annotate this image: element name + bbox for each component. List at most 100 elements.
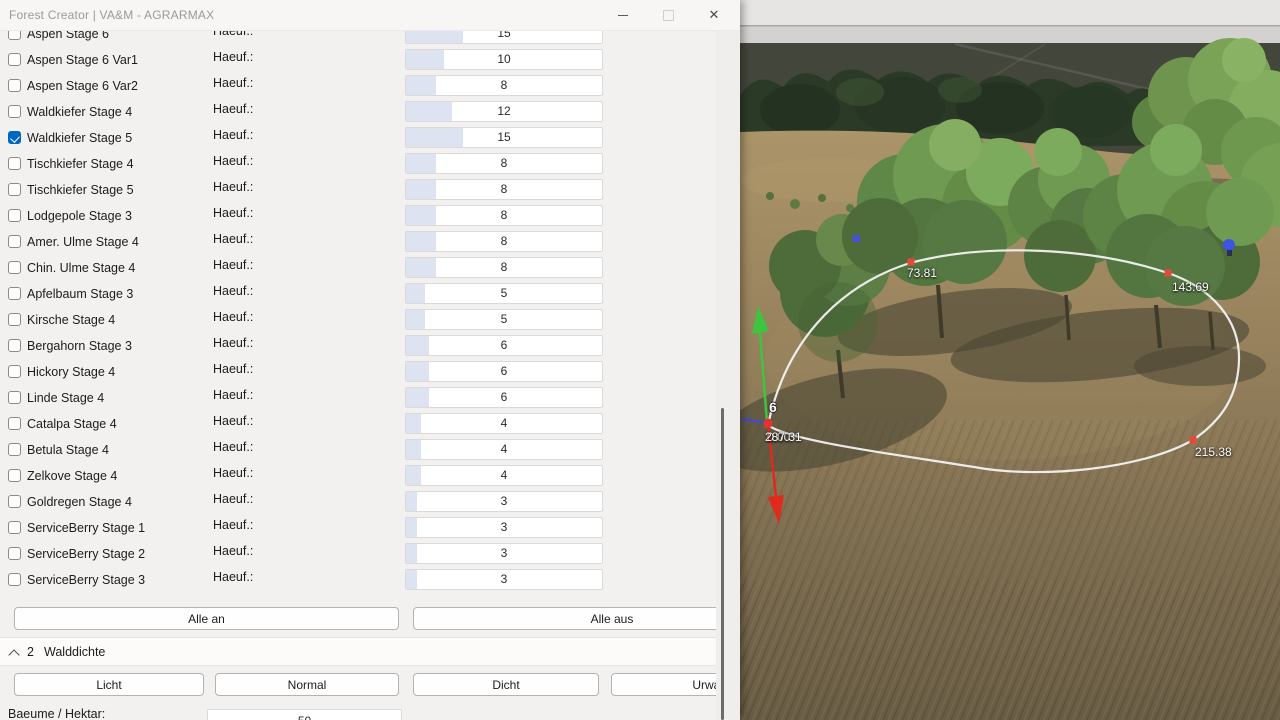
frequency-label: Haeuf.: xyxy=(213,564,253,590)
tree-label: Betula Stage 4 xyxy=(27,437,109,463)
tree-row: Amer. Ulme Stage 4 Haeuf.: 8 xyxy=(0,229,716,255)
tree-row: Aspen Stage 6 Haeuf.: 15 xyxy=(0,30,716,47)
frequency-slider[interactable]: 5 xyxy=(405,283,603,304)
tree-row: Catalpa Stage 4 Haeuf.: 4 xyxy=(0,411,716,437)
tree-row: Betula Stage 4 Haeuf.: 4 xyxy=(0,437,716,463)
tree-row: Lodgepole Stage 3 Haeuf.: 8 xyxy=(0,203,716,229)
tree-checkbox[interactable] xyxy=(8,547,21,560)
frequency-value: 8 xyxy=(406,258,602,277)
tree-checkbox[interactable] xyxy=(8,235,21,248)
tree-row: Tischkiefer Stage 4 Haeuf.: 8 xyxy=(0,151,716,177)
tree-label: Chin. Ulme Stage 4 xyxy=(27,255,135,281)
distance-label-end: 287.31 xyxy=(765,430,802,444)
frequency-slider[interactable]: 3 xyxy=(405,569,603,590)
frequency-slider[interactable]: 12 xyxy=(405,101,603,122)
frequency-value: 6 xyxy=(406,336,602,355)
frequency-slider[interactable]: 8 xyxy=(405,153,603,174)
tree-row: Waldkiefer Stage 4 Haeuf.: 12 xyxy=(0,99,716,125)
tree-checkbox[interactable] xyxy=(8,417,21,430)
frequency-slider[interactable]: 8 xyxy=(405,257,603,278)
tree-label: ServiceBerry Stage 3 xyxy=(27,567,145,593)
screen: 73.81 143.69 215.38 0.00 287.31 6 Aspen … xyxy=(0,0,1280,720)
tree-checkbox[interactable] xyxy=(8,469,21,482)
tree-checkbox[interactable] xyxy=(8,391,21,404)
forest-creator-window: Aspen Stage 6 Haeuf.: 15 Aspen Stage 6 V… xyxy=(0,0,740,720)
tree-checkbox[interactable] xyxy=(8,261,21,274)
frequency-label: Haeuf.: xyxy=(213,486,253,512)
density-button-dicht[interactable]: Dicht xyxy=(413,673,599,696)
frequency-slider[interactable]: 3 xyxy=(405,491,603,512)
frequency-value: 8 xyxy=(406,206,602,225)
frequency-label: Haeuf.: xyxy=(213,44,253,70)
tree-checkbox[interactable] xyxy=(8,573,21,586)
frequency-slider[interactable]: 15 xyxy=(405,127,603,148)
frequency-label: Haeuf.: xyxy=(213,70,253,96)
tree-checkbox[interactable] xyxy=(8,53,21,66)
density-button-licht[interactable]: Licht xyxy=(14,673,204,696)
tree-checkbox[interactable] xyxy=(8,209,21,222)
minimize-button[interactable] xyxy=(603,0,643,30)
tree-checkbox[interactable] xyxy=(8,495,21,508)
frequency-value: 6 xyxy=(406,362,602,381)
scrollbar-track[interactable] xyxy=(716,30,740,720)
tree-checkbox[interactable] xyxy=(8,183,21,196)
frequency-slider[interactable]: 5 xyxy=(405,309,603,330)
tree-checkbox[interactable] xyxy=(8,131,21,144)
density-section-header[interactable]: 2 Walddichte xyxy=(0,637,716,666)
tree-checkbox[interactable] xyxy=(8,287,21,300)
maximize-button[interactable] xyxy=(648,0,688,30)
blue-marker-left xyxy=(853,235,860,242)
frequency-value: 5 xyxy=(406,284,602,303)
frequency-label: Haeuf.: xyxy=(213,226,253,252)
frequency-slider[interactable]: 8 xyxy=(405,179,603,200)
frequency-slider[interactable]: 4 xyxy=(405,413,603,434)
frequency-slider[interactable]: 8 xyxy=(405,75,603,96)
tree-checkbox[interactable] xyxy=(8,521,21,534)
gizmo-origin xyxy=(764,419,773,428)
tree-label: Lodgepole Stage 3 xyxy=(27,203,132,229)
frequency-slider[interactable]: 3 xyxy=(405,517,603,538)
tree-label: ServiceBerry Stage 1 xyxy=(27,515,145,541)
tree-row: Linde Stage 4 Haeuf.: 6 xyxy=(0,385,716,411)
tree-checkbox[interactable] xyxy=(8,313,21,326)
frequency-slider[interactable]: 4 xyxy=(405,439,603,460)
frequency-slider[interactable]: 10 xyxy=(405,49,603,70)
tree-checkbox[interactable] xyxy=(8,30,21,40)
tree-row: ServiceBerry Stage 1 Haeuf.: 3 xyxy=(0,515,716,541)
frequency-slider[interactable]: 6 xyxy=(405,387,603,408)
frequency-value: 8 xyxy=(406,76,602,95)
frequency-slider[interactable]: 3 xyxy=(405,543,603,564)
tree-label: Tischkiefer Stage 4 xyxy=(27,151,134,177)
frequency-slider[interactable]: 15 xyxy=(405,30,603,44)
frequency-value: 8 xyxy=(406,154,602,173)
frequency-slider[interactable]: 8 xyxy=(405,205,603,226)
density-button-normal[interactable]: Normal xyxy=(215,673,399,696)
game-viewport[interactable]: 73.81 143.69 215.38 0.00 287.31 6 xyxy=(740,0,1280,720)
origin-handle-label[interactable]: 6 xyxy=(769,399,777,415)
tree-checkbox[interactable] xyxy=(8,79,21,92)
frequency-value: 3 xyxy=(406,518,602,537)
frequency-slider[interactable]: 4 xyxy=(405,465,603,486)
close-button[interactable]: ✕ xyxy=(691,0,737,30)
frequency-label: Haeuf.: xyxy=(213,174,253,200)
frequency-slider[interactable]: 6 xyxy=(405,335,603,356)
tree-checkbox[interactable] xyxy=(8,157,21,170)
all-on-button[interactable]: Alle an xyxy=(14,607,399,630)
frequency-slider[interactable]: 6 xyxy=(405,361,603,382)
scrollbar-thumb[interactable] xyxy=(721,408,724,720)
frequency-value: 15 xyxy=(406,30,602,43)
tree-checkbox[interactable] xyxy=(8,443,21,456)
frequency-slider[interactable]: 8 xyxy=(405,231,603,252)
all-off-button[interactable]: Alle aus xyxy=(413,607,716,630)
tree-row: Hickory Stage 4 Haeuf.: 6 xyxy=(0,359,716,385)
frequency-label: Haeuf.: xyxy=(213,304,253,330)
trees-per-hectare-input[interactable]: 50 xyxy=(207,709,402,720)
circle-marker-1 xyxy=(908,259,915,266)
tree-checkbox[interactable] xyxy=(8,105,21,118)
density-button-urwald[interactable]: Urwald xyxy=(611,673,716,696)
frequency-label: Haeuf.: xyxy=(213,460,253,486)
tree-checkbox[interactable] xyxy=(8,339,21,352)
tree-checkbox[interactable] xyxy=(8,365,21,378)
tree-row: Aspen Stage 6 Var2 Haeuf.: 8 xyxy=(0,73,716,99)
frequency-label: Haeuf.: xyxy=(213,408,253,434)
